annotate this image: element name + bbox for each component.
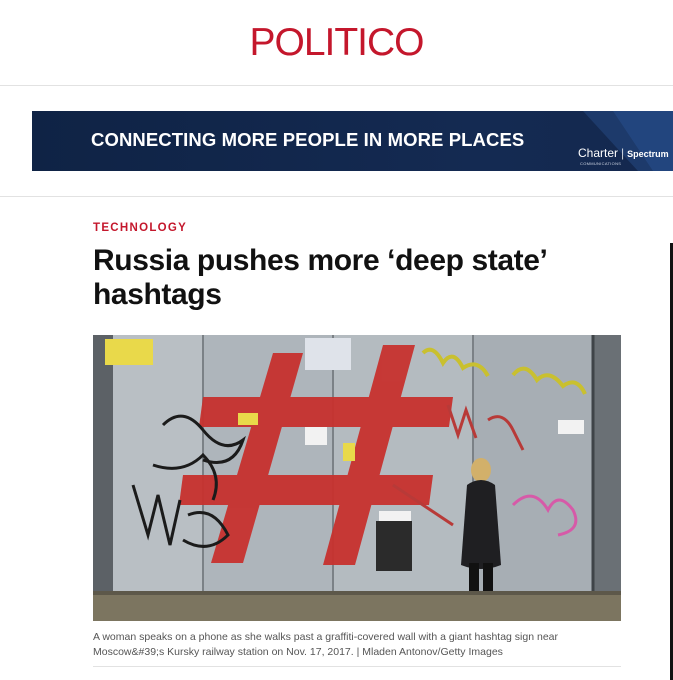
caption-divider	[93, 666, 621, 667]
ad-tagline: CONNECTING MORE PEOPLE IN MORE PLACES	[91, 129, 525, 150]
category-label[interactable]: TECHNOLOGY	[93, 222, 187, 234]
article-photo	[93, 335, 621, 621]
photo-caption: A woman speaks on a phone as she walks p…	[93, 631, 558, 658]
ad-brand-secondary: Spectrum	[627, 149, 669, 159]
ad-brand-sub: COMMUNICATIONS	[580, 161, 622, 166]
masthead: POLITICO	[0, 0, 673, 86]
section-divider	[0, 196, 673, 197]
ad-brand-primary: Charter	[578, 146, 619, 160]
ad-banner[interactable]: CONNECTING MORE PEOPLE IN MORE PLACES Ch…	[32, 111, 673, 171]
ad-brand-logo: Charter | Spectrum	[578, 146, 669, 160]
article-headline: Russia pushes more ‘deep state’ hashtags	[93, 244, 546, 311]
politico-logo[interactable]: POLITICO	[0, 22, 673, 64]
ad-brand-separator: |	[621, 146, 625, 160]
